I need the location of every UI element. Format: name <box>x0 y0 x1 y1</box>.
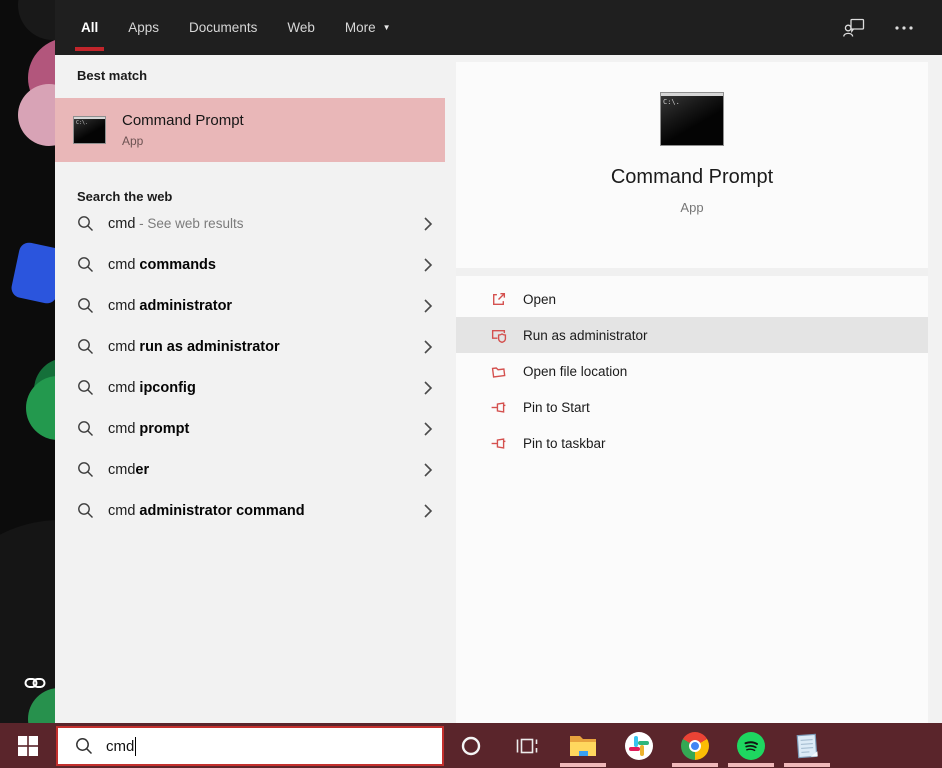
search-icon <box>77 420 94 437</box>
suggestion-cmd-run-as-administrator[interactable]: cmd run as administrator <box>55 326 445 367</box>
search-results-area: Best match C:\. Command Prompt App Searc… <box>55 55 942 723</box>
action-run-as-administrator[interactable]: Run as administrator <box>456 317 928 353</box>
link-icon <box>24 676 46 695</box>
search-icon <box>77 379 94 396</box>
app-preview: C:\. Command Prompt App <box>456 62 928 268</box>
chevron-right-icon[interactable] <box>423 339 433 355</box>
desktop-background <box>0 0 55 723</box>
chrome-icon <box>681 732 709 760</box>
file-explorer-icon <box>568 733 598 759</box>
action-pin-to-taskbar[interactable]: Pin to taskbar <box>456 425 928 461</box>
folder-icon <box>490 363 507 380</box>
search-filter-bar: All Apps Documents Web More ▼ <box>55 0 942 55</box>
preview-app-subtitle: App <box>680 200 703 215</box>
chevron-right-icon[interactable] <box>423 216 433 232</box>
tab-documents[interactable]: Documents <box>189 0 257 55</box>
divider <box>456 268 928 276</box>
run-as-admin-icon <box>490 327 507 344</box>
search-icon <box>77 461 94 478</box>
pin-icon <box>490 399 507 416</box>
taskbar-item-task-view[interactable] <box>499 723 555 768</box>
best-match-command-prompt[interactable]: C:\. Command Prompt App <box>55 98 445 162</box>
taskbar-item-slack[interactable] <box>611 723 667 768</box>
search-flyout: All Apps Documents Web More ▼ <box>55 0 942 723</box>
results-panel: Best match C:\. Command Prompt App Searc… <box>55 55 456 723</box>
search-icon <box>77 297 94 314</box>
suggestion-cmd-ipconfig[interactable]: cmd ipconfig <box>55 367 445 408</box>
suggestion-cmd-prompt[interactable]: cmd prompt <box>55 408 445 449</box>
best-match-title: Command Prompt <box>122 112 244 129</box>
text-cursor <box>135 737 136 756</box>
taskbar-item-cortana[interactable] <box>443 723 499 768</box>
tab-more[interactable]: More ▼ <box>345 0 391 55</box>
search-icon <box>75 737 93 755</box>
start-button[interactable] <box>0 723 55 768</box>
taskbar-icons <box>443 723 835 768</box>
tab-apps[interactable]: Apps <box>128 0 159 55</box>
running-indicator <box>784 763 830 767</box>
slack-icon <box>625 732 653 760</box>
action-open[interactable]: Open <box>456 281 928 317</box>
open-icon <box>490 291 507 308</box>
best-match-header: Best match <box>55 55 456 80</box>
taskbar-item-spotify[interactable] <box>723 723 779 768</box>
search-icon <box>77 338 94 355</box>
topbar-icons <box>842 0 916 55</box>
running-indicator <box>728 763 774 767</box>
command-prompt-icon-large: C:\. <box>660 92 724 146</box>
tab-web[interactable]: Web <box>287 0 315 55</box>
more-options-icon[interactable] <box>892 16 916 40</box>
chevron-right-icon[interactable] <box>423 462 433 478</box>
chevron-right-icon[interactable] <box>423 503 433 519</box>
suggestion-cmd-commands[interactable]: cmd commands <box>55 244 445 285</box>
suggestion-cmd-administrator[interactable]: cmd administrator <box>55 285 445 326</box>
search-icon <box>77 502 94 519</box>
chevron-right-icon[interactable] <box>423 421 433 437</box>
preview-panel: C:\. Command Prompt App Open <box>456 55 928 723</box>
suggestion-cmd-administrator-command[interactable]: cmd administrator command <box>55 490 445 531</box>
taskbar-item-notepad[interactable] <box>779 723 835 768</box>
best-match-subtitle: App <box>122 134 244 148</box>
taskbar-item-chrome[interactable] <box>667 723 723 768</box>
action-pin-to-start[interactable]: Pin to Start <box>456 389 928 425</box>
windows-logo-icon <box>18 736 38 756</box>
chevron-right-icon[interactable] <box>423 380 433 396</box>
search-icon <box>77 256 94 273</box>
web-suggestions-list: cmd - See web results cmd commands cmd a… <box>55 203 445 531</box>
preview-app-title: Command Prompt <box>611 166 773 189</box>
tab-all[interactable]: All <box>81 0 98 55</box>
search-web-header: Search the web <box>55 176 456 201</box>
command-prompt-icon: C:\. <box>73 116 106 144</box>
search-icon <box>77 215 94 232</box>
spotify-icon <box>737 732 765 760</box>
pin-icon <box>490 435 507 452</box>
feedback-icon[interactable] <box>842 16 866 40</box>
desktop-shape-blue <box>10 241 55 305</box>
taskbar: cmd <box>0 723 942 768</box>
taskbar-item-file-explorer[interactable] <box>555 723 611 768</box>
chevron-down-icon: ▼ <box>383 23 391 32</box>
running-indicator <box>672 763 718 767</box>
cortana-icon <box>460 735 482 757</box>
chevron-right-icon[interactable] <box>423 298 433 314</box>
search-query-text: cmd <box>106 738 134 755</box>
running-indicator <box>560 763 606 767</box>
desktop-shape-green <box>26 376 55 440</box>
desktop-shape-dark <box>18 0 55 40</box>
notepad-icon <box>793 732 821 760</box>
desktop-shape-pink-light <box>18 84 55 146</box>
chevron-right-icon[interactable] <box>423 257 433 273</box>
taskbar-search-input[interactable]: cmd <box>56 726 444 766</box>
action-open-file-location[interactable]: Open file location <box>456 353 928 389</box>
suggestion-cmd-see-web-results[interactable]: cmd - See web results <box>55 203 445 244</box>
suggestion-cmder[interactable]: cmder <box>55 449 445 490</box>
context-actions: Open Run as administrator <box>456 276 928 461</box>
task-view-icon <box>515 735 539 757</box>
